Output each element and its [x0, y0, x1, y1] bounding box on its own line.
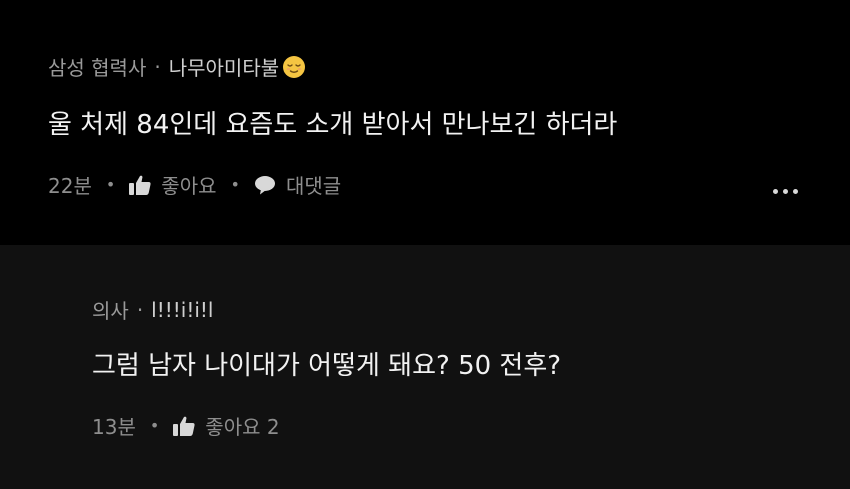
- reply-comment-item: 의사 · l!!!i!i!l 그럼 남자 나이대가 어떻게 돼요? 50 전후?…: [0, 245, 850, 489]
- thumbs-up-icon: [173, 416, 195, 436]
- thumbs-up-icon: [129, 175, 151, 195]
- comment-text: 울 처제 84인데 요즘도 소개 받아서 만나보긴 하더라: [48, 110, 618, 140]
- author-nickname[interactable]: l!!!i!i!l: [151, 298, 213, 322]
- comment-text: 그럼 남자 나이대가 어떻게 돼요? 50 전후?: [92, 351, 562, 381]
- author-company: 의사: [92, 299, 129, 323]
- relieved-face-emoji-icon: [283, 55, 306, 78]
- like-button[interactable]: 좋아요 2: [173, 411, 280, 440]
- separator-dot: ·: [154, 54, 161, 79]
- author-company: 삼성 협력사: [48, 56, 147, 80]
- comment-time: 22분: [48, 174, 92, 198]
- reply-label: 대댓글: [285, 174, 342, 198]
- comment-item: 삼성 협력사 · 나무아미타불 울 처제 84인데 요즘도 소개 받아서 만나보…: [0, 0, 850, 245]
- like-count-label: 좋아요 2: [205, 415, 280, 439]
- comment-author-line: 삼성 협력사 · 나무아미타불: [48, 52, 306, 81]
- reply-author-line: 의사 · l!!!i!i!l: [92, 295, 214, 324]
- more-options-icon[interactable]: [771, 183, 800, 200]
- comment-actions: 22분 • 좋아요 • 대댓글: [48, 170, 341, 199]
- like-label: 좋아요: [161, 174, 217, 198]
- reply-button[interactable]: 대댓글: [254, 170, 341, 199]
- comment-actions: 13분 • 좋아요 2: [92, 411, 280, 440]
- author-nickname[interactable]: 나무아미타불: [169, 52, 279, 81]
- comment-time: 13분: [92, 415, 136, 439]
- speech-bubble-icon: [254, 175, 275, 194]
- like-button[interactable]: 좋아요: [129, 170, 217, 199]
- separator-dot: ·: [136, 297, 144, 322]
